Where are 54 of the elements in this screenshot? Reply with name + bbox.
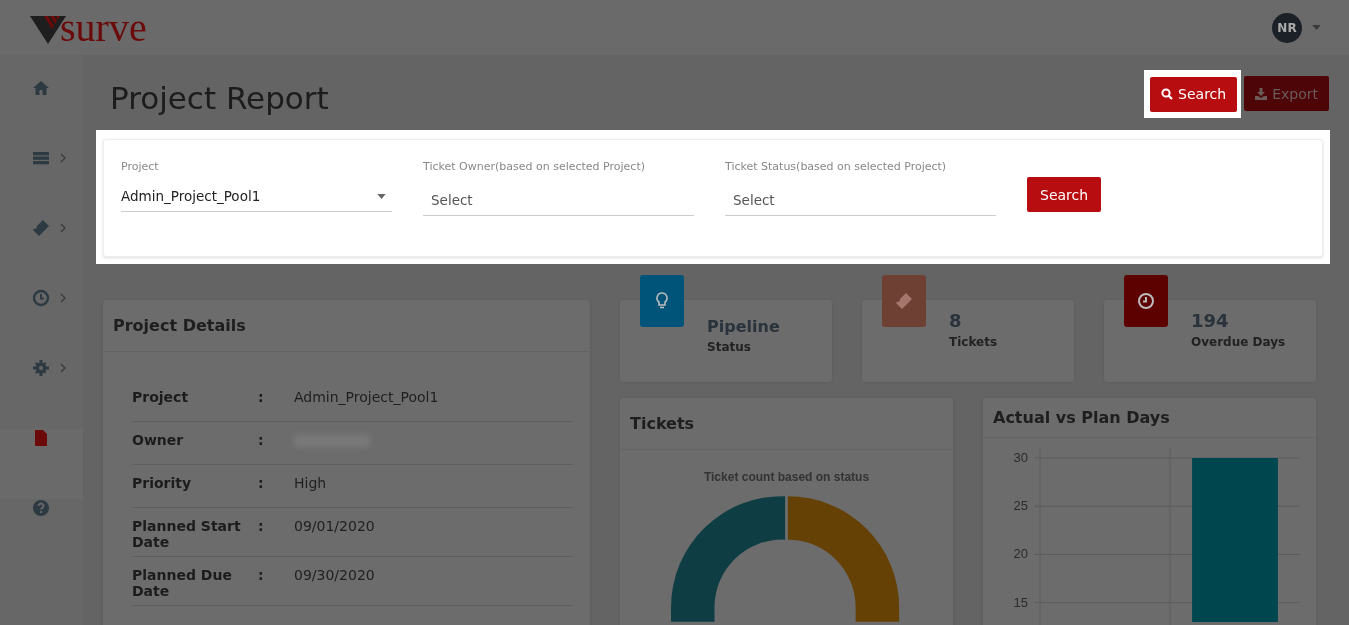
stat-value: Pipeline xyxy=(707,317,781,336)
search-icon xyxy=(1161,88,1174,100)
detail-label: Planned Due Date xyxy=(132,567,233,599)
detail-separator: : xyxy=(258,389,265,407)
clock-icon xyxy=(1136,291,1156,311)
chevron-right-icon xyxy=(60,293,66,303)
document-icon xyxy=(32,429,50,447)
project-dropdown[interactable]: Admin_Project_Pool1 xyxy=(121,181,392,212)
field-label: Ticket Owner(based on selected Project) xyxy=(423,160,646,173)
detail-separator: : xyxy=(258,432,265,450)
detail-separator: : xyxy=(258,518,265,536)
card-title: Tickets xyxy=(620,398,953,450)
axis-tick-label: 25 xyxy=(1013,498,1028,514)
ticket-icon xyxy=(894,291,914,311)
stat-value: 8 xyxy=(949,310,963,331)
search-button[interactable]: Search xyxy=(1150,76,1238,112)
search-button[interactable]: Search xyxy=(1027,177,1102,212)
ticket-icon xyxy=(32,219,50,237)
detail-label: Project xyxy=(132,389,190,407)
detail-value: 09/30/2020 xyxy=(294,567,375,585)
detail-value: Admin_Project_Pool1 xyxy=(294,389,439,407)
detail-value: High xyxy=(294,475,327,493)
detail-separator: : xyxy=(258,475,265,493)
chevron-right-icon xyxy=(60,223,66,233)
detail-label: Priority xyxy=(132,475,193,493)
detail-label: Planned Start Date xyxy=(132,518,242,550)
chevron-right-icon xyxy=(60,153,66,163)
detail-label: Owner xyxy=(132,432,185,450)
server-icon xyxy=(32,149,50,167)
axis-tick-label: 20 xyxy=(1013,546,1028,562)
card-title: Project Details xyxy=(103,300,590,352)
detail-value: 09/01/2020 xyxy=(294,518,375,536)
stat-value: 194 xyxy=(1191,310,1230,331)
settings-icon xyxy=(32,359,50,377)
clock-icon xyxy=(32,289,50,307)
chevron-right-icon xyxy=(60,363,66,373)
field-label: Ticket Status(based on selected Project) xyxy=(725,160,948,173)
detail-separator: : xyxy=(258,567,265,585)
download-icon xyxy=(1255,87,1268,100)
stat-label: Tickets xyxy=(949,335,999,349)
axis-tick-label: 30 xyxy=(1013,450,1028,465)
axis-tick-label: 15 xyxy=(1013,594,1028,610)
page-title: Project Report xyxy=(110,79,329,116)
caret-icon[interactable] xyxy=(1312,25,1321,30)
user-avatar[interactable]: NR xyxy=(1272,12,1302,43)
stat-label: Overdue Days xyxy=(1191,335,1287,349)
home-icon xyxy=(32,79,50,97)
stat-label: Status xyxy=(707,340,752,354)
card-title: Actual vs Plan Days xyxy=(983,398,1316,438)
field-label: Project xyxy=(121,160,160,173)
caret-icon xyxy=(377,193,386,199)
logo-text: surve xyxy=(60,7,147,48)
help-icon xyxy=(32,499,50,517)
chart-title: Ticket count based on status xyxy=(703,470,870,484)
